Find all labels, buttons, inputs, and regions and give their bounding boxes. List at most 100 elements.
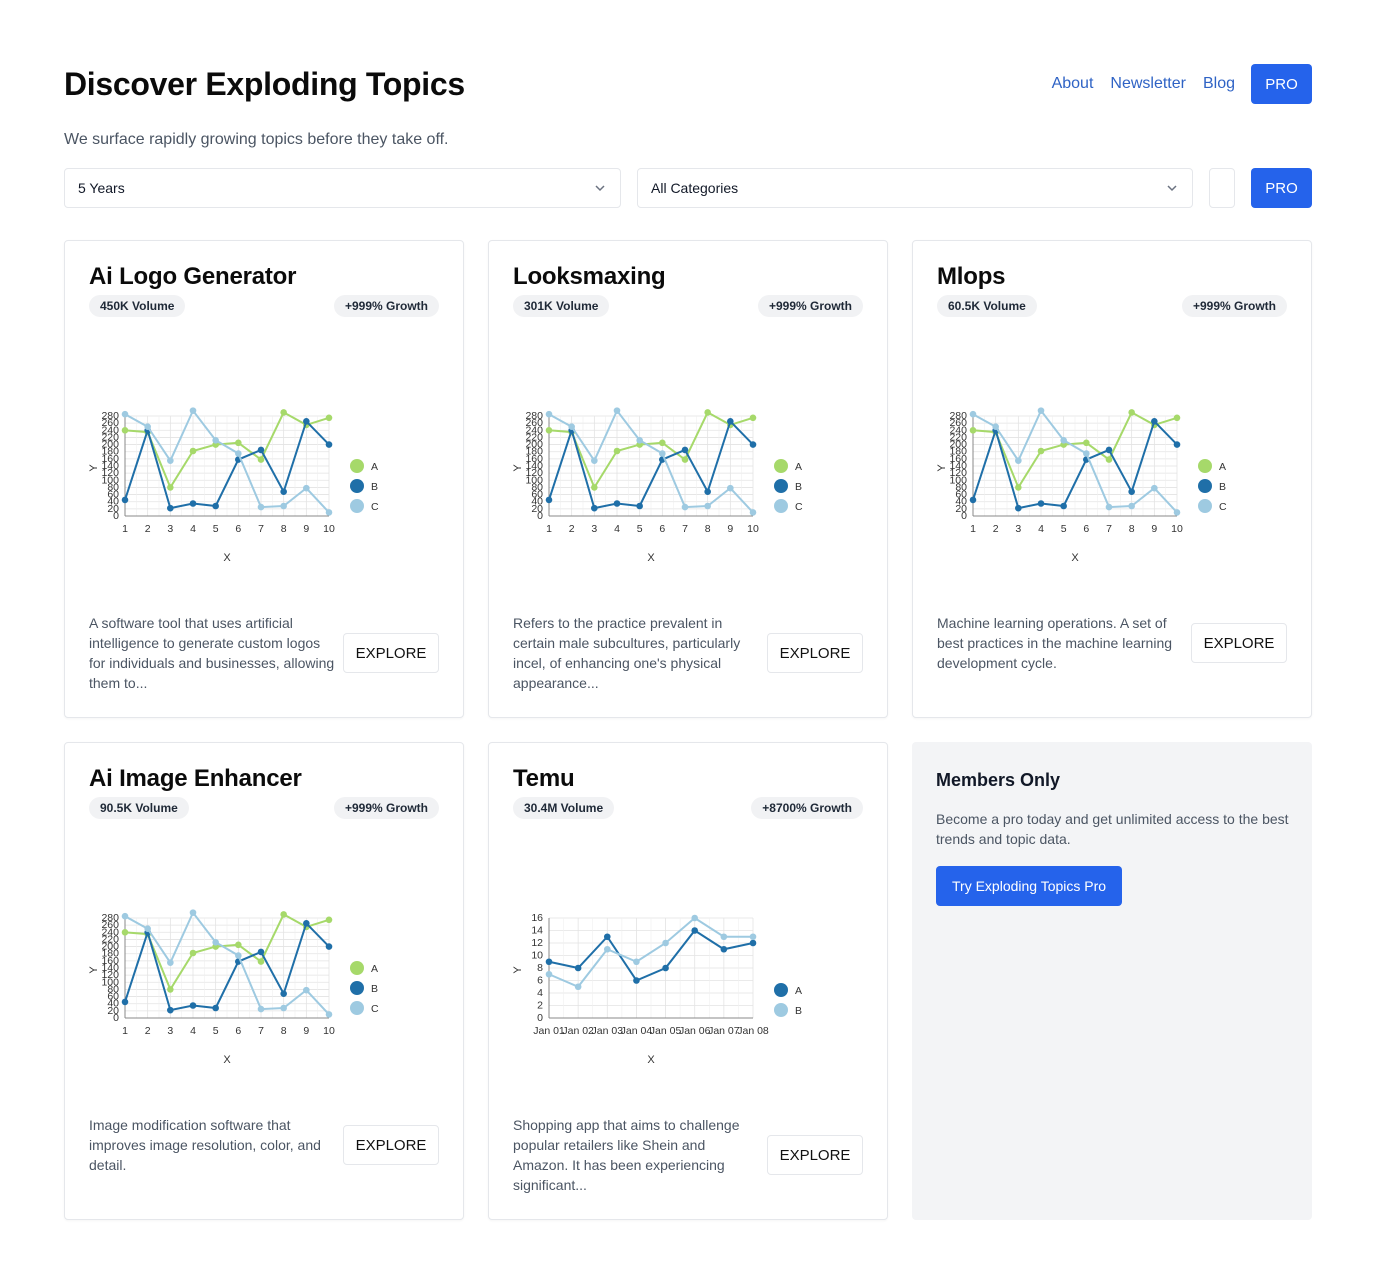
legend-label: C (371, 1003, 379, 1015)
data-point-a (280, 409, 287, 416)
data-point-b (1173, 441, 1181, 448)
explore-button[interactable]: EXPLORE (343, 633, 439, 673)
data-point-c (1060, 436, 1067, 444)
data-point-b (303, 920, 310, 927)
y-axis-title: Y (937, 464, 948, 472)
y-tick-label: 280 (101, 912, 119, 924)
x-tick-label: 1 (546, 523, 552, 535)
data-point-a (1015, 484, 1022, 491)
data-point-b (633, 958, 640, 966)
trend-chart: 0204060801001201401601802002202402602801… (89, 909, 379, 1066)
data-point-b (121, 496, 129, 504)
legend-swatch (774, 479, 788, 493)
topic-card[interactable]: Ai Logo Generator 450K Volume +999% Grow… (64, 240, 464, 718)
x-tick-label: 1 (122, 523, 128, 535)
x-tick-label: 4 (1038, 523, 1044, 535)
chart-grid (124, 917, 330, 1019)
legend-swatch (350, 961, 364, 975)
trend-chart: 0204060801001201401601802002202402602801… (89, 407, 379, 564)
data-point-c (969, 410, 977, 418)
growth-badge: +999% Growth (333, 797, 439, 819)
legend-label: C (1219, 501, 1227, 513)
data-point-a (545, 426, 553, 434)
x-tick-label: Jan 01 (533, 1025, 565, 1037)
data-point-b (574, 983, 582, 991)
x-tick-label: 7 (258, 523, 264, 535)
legend-label: B (371, 481, 378, 493)
topic-title: Mlops (937, 263, 1006, 290)
data-point-c (257, 1005, 265, 1013)
topic-card[interactable]: Looksmaxing 301K Volume +999% Growth 0 20… (488, 240, 888, 718)
chart-legend: ABC (350, 459, 379, 513)
data-point-a (167, 986, 174, 993)
y-tick-label: 8 (537, 962, 543, 974)
explore-button[interactable]: EXPLORE (343, 1125, 439, 1165)
y-tick-label: 10 (531, 950, 543, 962)
data-point-a (659, 439, 666, 447)
data-point-b (121, 998, 129, 1006)
legend-swatch (350, 1001, 364, 1015)
x-tick-label: 3 (167, 523, 173, 535)
x-tick-label: 7 (258, 1025, 264, 1037)
data-point-c (235, 450, 242, 457)
explore-button[interactable]: EXPLORE (1191, 623, 1287, 663)
data-point-c (212, 938, 219, 946)
data-point-b (969, 496, 977, 504)
data-point-a (1037, 447, 1045, 455)
data-point-a (681, 456, 689, 463)
data-point-c (704, 502, 711, 510)
data-point-c (121, 410, 129, 418)
filter-pro-button[interactable]: PRO (1251, 168, 1312, 208)
legend-label: A (795, 985, 802, 997)
topic-description: Machine learning operations. A set of be… (937, 615, 1173, 671)
search-box[interactable] (1209, 168, 1235, 208)
x-tick-label: Jan 07 (708, 1025, 740, 1037)
page-subtitle: We surface rapidly growing topics before… (64, 131, 449, 148)
x-axis-title: X (223, 1054, 231, 1066)
topic-card[interactable]: Mlops 60.5K Volume +999% Growth 0 20 40 60 8… (912, 240, 1312, 718)
data-point-b (662, 939, 669, 947)
nav-link-blog[interactable]: Blog (1203, 75, 1235, 93)
data-point-a (662, 964, 669, 972)
y-tick-label: 280 (949, 410, 967, 422)
y-axis-title: Y (89, 464, 100, 472)
data-point-c (1037, 407, 1045, 414)
data-point-b (1128, 488, 1135, 496)
nav-link-about[interactable]: About (1052, 75, 1094, 93)
category-value: All Categories (651, 180, 739, 196)
x-tick-label: 8 (281, 523, 287, 535)
y-tick-label: 12 (531, 937, 543, 949)
data-point-b (280, 990, 287, 998)
data-point-a (545, 958, 553, 966)
x-tick-label: 10 (1171, 523, 1183, 535)
data-point-a (257, 958, 265, 965)
legend-label: A (371, 461, 378, 473)
x-tick-label: 5 (1061, 523, 1067, 535)
header-pro-button[interactable]: PRO (1251, 64, 1312, 104)
topic-description: Image modification software that improve… (89, 1117, 321, 1173)
data-point-a (1173, 414, 1181, 422)
nav-link-newsletter[interactable]: Newsletter (1110, 75, 1186, 93)
data-point-a (257, 456, 265, 463)
x-tick-label: Jan 02 (562, 1025, 594, 1037)
data-point-b (325, 441, 333, 448)
volume-badge: 90.5K Volume (89, 797, 189, 819)
data-point-a (613, 447, 621, 455)
x-axis-title: X (223, 552, 231, 564)
data-point-b (189, 500, 197, 507)
x-tick-label: 1 (970, 523, 976, 535)
explore-button[interactable]: EXPLORE (767, 1135, 863, 1175)
data-point-c (325, 509, 333, 516)
legend-label: B (795, 1005, 802, 1017)
category-select[interactable]: All Categories (637, 168, 1193, 208)
x-tick-label: 9 (303, 1025, 309, 1037)
data-point-b (189, 1002, 197, 1009)
legend-label: A (371, 963, 378, 975)
topic-card[interactable]: Temu 30.4M Volume +8700% Growth 0 2 4 6 8 10 1… (488, 742, 888, 1220)
topic-description: Refers to the practice prevalent in cert… (513, 615, 741, 691)
timeframe-select[interactable]: 5 Years (64, 168, 621, 208)
explore-button[interactable]: EXPLORE (767, 633, 863, 673)
topic-card[interactable]: Ai Image Enhancer 90.5K Volume +999% Gro… (64, 742, 464, 1220)
try-pro-button[interactable]: Try Exploding Topics Pro (936, 866, 1123, 906)
members-title: Members Only (936, 770, 1061, 790)
